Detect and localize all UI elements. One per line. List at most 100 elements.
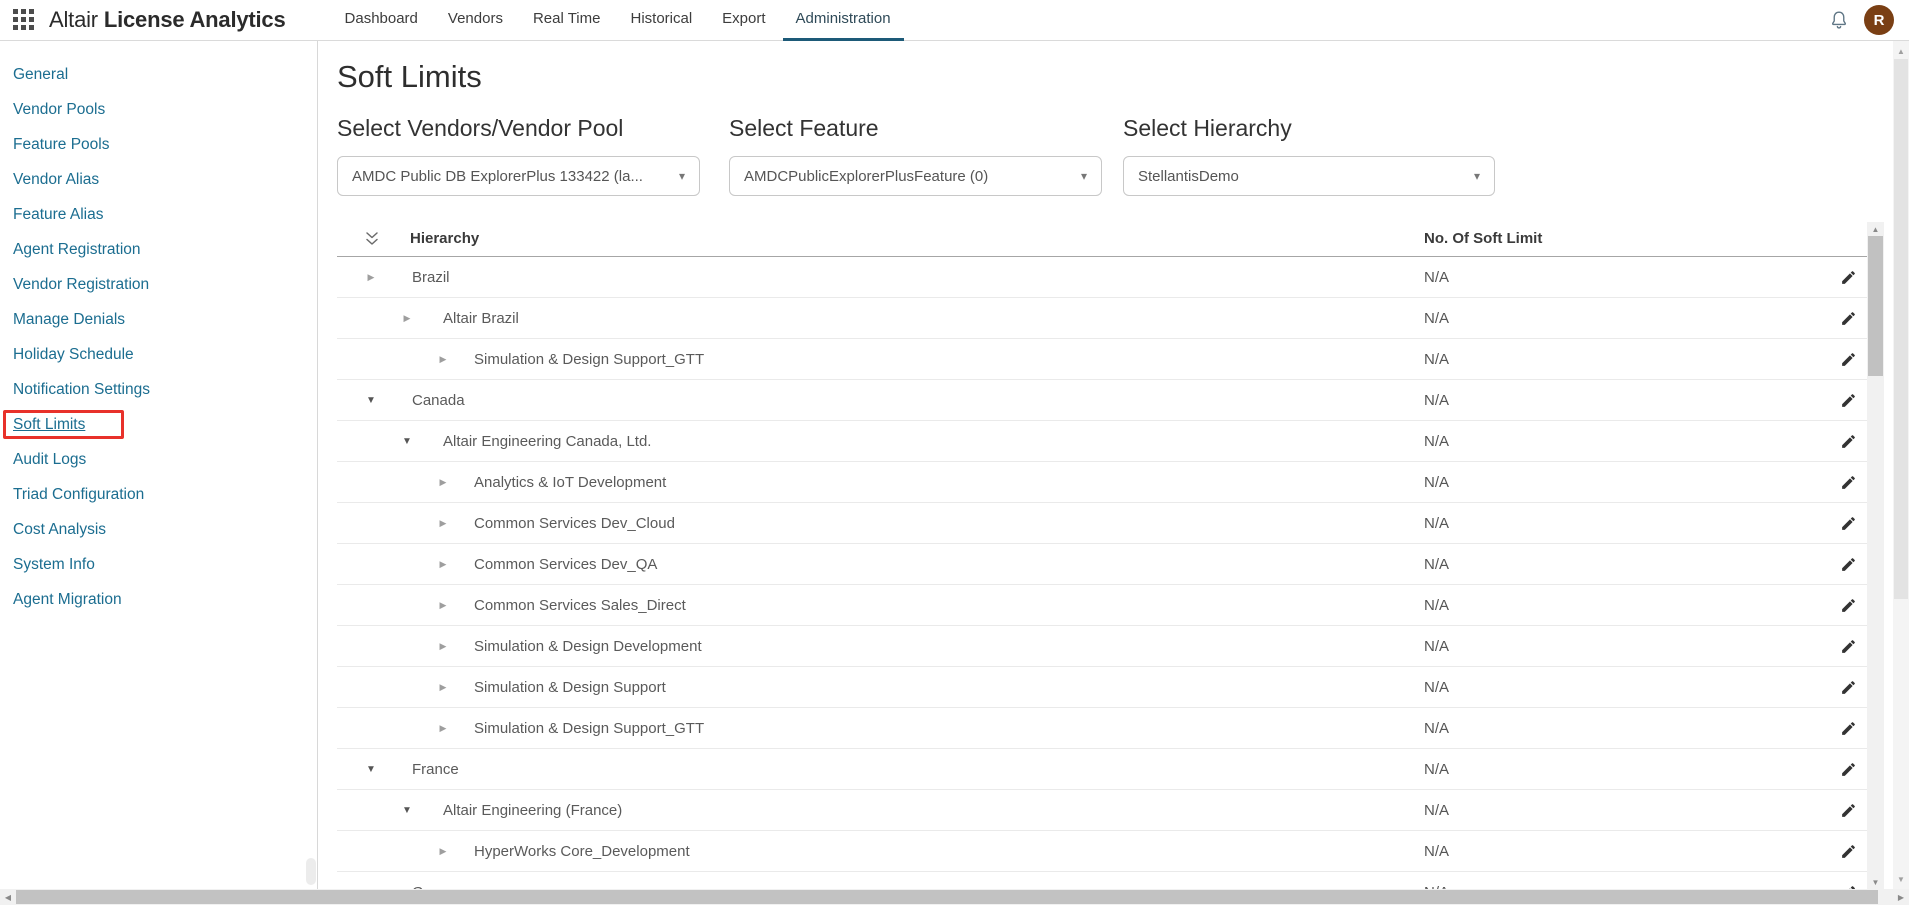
collapse-arrow-icon[interactable]: ▼ [359, 749, 383, 790]
expand-arrow-icon[interactable]: ▶ [431, 831, 455, 872]
edit-pencil-icon[interactable] [1840, 638, 1857, 655]
column-header-hierarchy[interactable]: Hierarchy [410, 230, 479, 247]
sidebar-item-soft-limits[interactable]: Soft Limits [0, 407, 317, 442]
edit-pencil-icon[interactable] [1840, 515, 1857, 532]
page-scroll-right-icon[interactable]: ▶ [1893, 889, 1909, 905]
sidebar-item-vendor-registration[interactable]: Vendor Registration [0, 267, 317, 302]
expand-arrow-icon[interactable]: ▶ [359, 257, 383, 298]
edit-pencil-icon[interactable] [1840, 761, 1857, 778]
table-row-common-services-dev-qa: ▶ Common Services Dev_QA N/A [337, 544, 1867, 585]
edit-pencil-icon[interactable] [1840, 679, 1857, 696]
page-scrollbar-thumb[interactable] [1894, 59, 1908, 599]
sidebar-item-holiday-schedule[interactable]: Holiday Schedule [0, 337, 317, 372]
nav-tab-vendors[interactable]: Vendors [435, 0, 516, 41]
notifications-bell-icon[interactable] [1828, 8, 1850, 32]
sidebar-item-manage-denials[interactable]: Manage Denials [0, 302, 317, 337]
edit-pencil-icon[interactable] [1840, 269, 1857, 286]
table-scrollbar-thumb[interactable] [1868, 236, 1883, 376]
filter-bar: Select Vendors/Vendor Pool AMDC Public DB… [337, 115, 1893, 196]
sidebar-scrollbar-thumb[interactable] [306, 858, 316, 885]
user-avatar[interactable]: R [1864, 5, 1894, 35]
sidebar-item-label: Cost Analysis [13, 520, 107, 538]
page-horizontal-scrollbar-thumb[interactable] [16, 890, 1878, 904]
edit-pencil-icon[interactable] [1840, 474, 1857, 491]
chevron-down-icon: ▾ [1473, 169, 1480, 183]
hierarchy-label: Germany [412, 872, 474, 889]
apps-grid-icon[interactable] [13, 9, 35, 31]
sidebar-item-feature-alias[interactable]: Feature Alias [0, 197, 317, 232]
expand-arrow-icon[interactable]: ▶ [431, 544, 455, 585]
nav-tab-real-time[interactable]: Real Time [520, 0, 614, 41]
page-vertical-scrollbar[interactable]: ▲ ▼ [1893, 41, 1909, 889]
table-row-common-services-sales-direct: ▶ Common Services Sales_Direct N/A [337, 585, 1867, 626]
sidebar-item-agent-migration[interactable]: Agent Migration [0, 582, 317, 617]
edit-pencil-icon[interactable] [1840, 392, 1857, 409]
sidebar-item-label: Triad Configuration [13, 485, 145, 503]
scroll-up-icon[interactable]: ▲ [1867, 222, 1884, 236]
edit-pencil-icon[interactable] [1840, 802, 1857, 819]
sidebar-item-triad-configuration[interactable]: Triad Configuration [0, 477, 317, 512]
expand-arrow-icon[interactable]: ▶ [359, 872, 383, 889]
scroll-down-icon[interactable]: ▼ [1867, 875, 1884, 889]
edit-pencil-icon[interactable] [1840, 556, 1857, 573]
brand-logo: Altair License Analytics [49, 7, 286, 33]
edit-pencil-icon[interactable] [1840, 351, 1857, 368]
expand-arrow-icon[interactable]: ▶ [431, 708, 455, 749]
page-scroll-up-icon[interactable]: ▲ [1893, 43, 1909, 59]
collapse-arrow-icon[interactable]: ▼ [359, 380, 383, 421]
expand-arrow-icon[interactable]: ▶ [431, 667, 455, 708]
sidebar-item-label: General [13, 65, 69, 83]
table-header-row: Hierarchy No. Of Soft Limit [337, 222, 1867, 257]
sidebar-item-label: Vendor Alias [13, 170, 100, 188]
sidebar-item-system-info[interactable]: System Info [0, 547, 317, 582]
page-horizontal-scrollbar[interactable]: ◀ ▶ [0, 889, 1909, 905]
column-header-soft-limit[interactable]: No. Of Soft Limit [1424, 230, 1542, 247]
hierarchy-label: Simulation & Design Support_GTT [474, 351, 705, 368]
table-body: ▶ Brazil N/A ▶ Altair Brazil N/A ▶ Simul… [337, 257, 1867, 889]
main-nav: Dashboard Vendors Real Time Historical Expor… [332, 0, 908, 41]
edit-pencil-icon[interactable] [1840, 843, 1857, 860]
page-title: Soft Limits [337, 59, 482, 94]
nav-tab-historical[interactable]: Historical [617, 0, 705, 41]
hierarchy-label: Simulation & Design Support [474, 679, 666, 696]
sidebar-item-feature-pools[interactable]: Feature Pools [0, 127, 317, 162]
altair-license-analytics-app: Altair License Analytics Dashboard Vendor… [0, 0, 1909, 905]
hierarchy-select[interactable]: StellantisDemo ▾ [1123, 156, 1495, 196]
collapse-arrow-icon[interactable]: ▼ [395, 421, 419, 462]
hierarchy-label: Canada [412, 392, 465, 409]
nav-tab-dashboard[interactable]: Dashboard [332, 0, 431, 41]
sidebar-item-agent-registration[interactable]: Agent Registration [0, 232, 317, 267]
table-row-canada: ▼ Canada N/A [337, 380, 1867, 421]
nav-tab-administration[interactable]: Administration [782, 0, 904, 41]
feature-select[interactable]: AMDCPublicExplorerPlusFeature (0) ▾ [729, 156, 1102, 196]
page-scroll-left-icon[interactable]: ◀ [0, 889, 16, 905]
nav-tab-export[interactable]: Export [709, 0, 778, 41]
expand-all-icon[interactable] [365, 231, 379, 247]
brand-prefix: Altair [49, 7, 98, 32]
sidebar-item-vendor-pools[interactable]: Vendor Pools [0, 92, 317, 127]
expand-arrow-icon[interactable]: ▶ [431, 462, 455, 503]
sidebar-item-notification-settings[interactable]: Notification Settings [0, 372, 317, 407]
sidebar-item-audit-logs[interactable]: Audit Logs [0, 442, 317, 477]
edit-pencil-icon[interactable] [1840, 720, 1857, 737]
expand-arrow-icon[interactable]: ▶ [431, 585, 455, 626]
edit-pencil-icon[interactable] [1840, 597, 1857, 614]
expand-arrow-icon[interactable]: ▶ [395, 298, 419, 339]
nav-tab-label: Vendors [447, 10, 503, 27]
soft-limit-value: N/A [1424, 515, 1450, 532]
table-vertical-scrollbar[interactable]: ▲ ▼ [1867, 222, 1884, 889]
sidebar-item-cost-analysis[interactable]: Cost Analysis [0, 512, 317, 547]
selected-value: AMDC Public DB ExplorerPlus 133422 (la..… [352, 167, 643, 185]
edit-pencil-icon[interactable] [1840, 310, 1857, 327]
edit-pencil-icon[interactable] [1840, 433, 1857, 450]
vendor-pool-select[interactable]: AMDC Public DB ExplorerPlus 133422 (la..… [337, 156, 700, 196]
expand-arrow-icon[interactable]: ▶ [431, 626, 455, 667]
expand-arrow-icon[interactable]: ▶ [431, 339, 455, 380]
sidebar-item-vendor-alias[interactable]: Vendor Alias [0, 162, 317, 197]
table-row-altair-brazil: ▶ Altair Brazil N/A [337, 298, 1867, 339]
expand-arrow-icon[interactable]: ▶ [431, 503, 455, 544]
collapse-arrow-icon[interactable]: ▼ [395, 790, 419, 831]
soft-limits-table: Hierarchy No. Of Soft Limit ▶ Brazil N/A… [337, 222, 1884, 889]
sidebar-item-general[interactable]: General [0, 57, 317, 92]
page-scroll-down-icon[interactable]: ▼ [1893, 871, 1909, 887]
